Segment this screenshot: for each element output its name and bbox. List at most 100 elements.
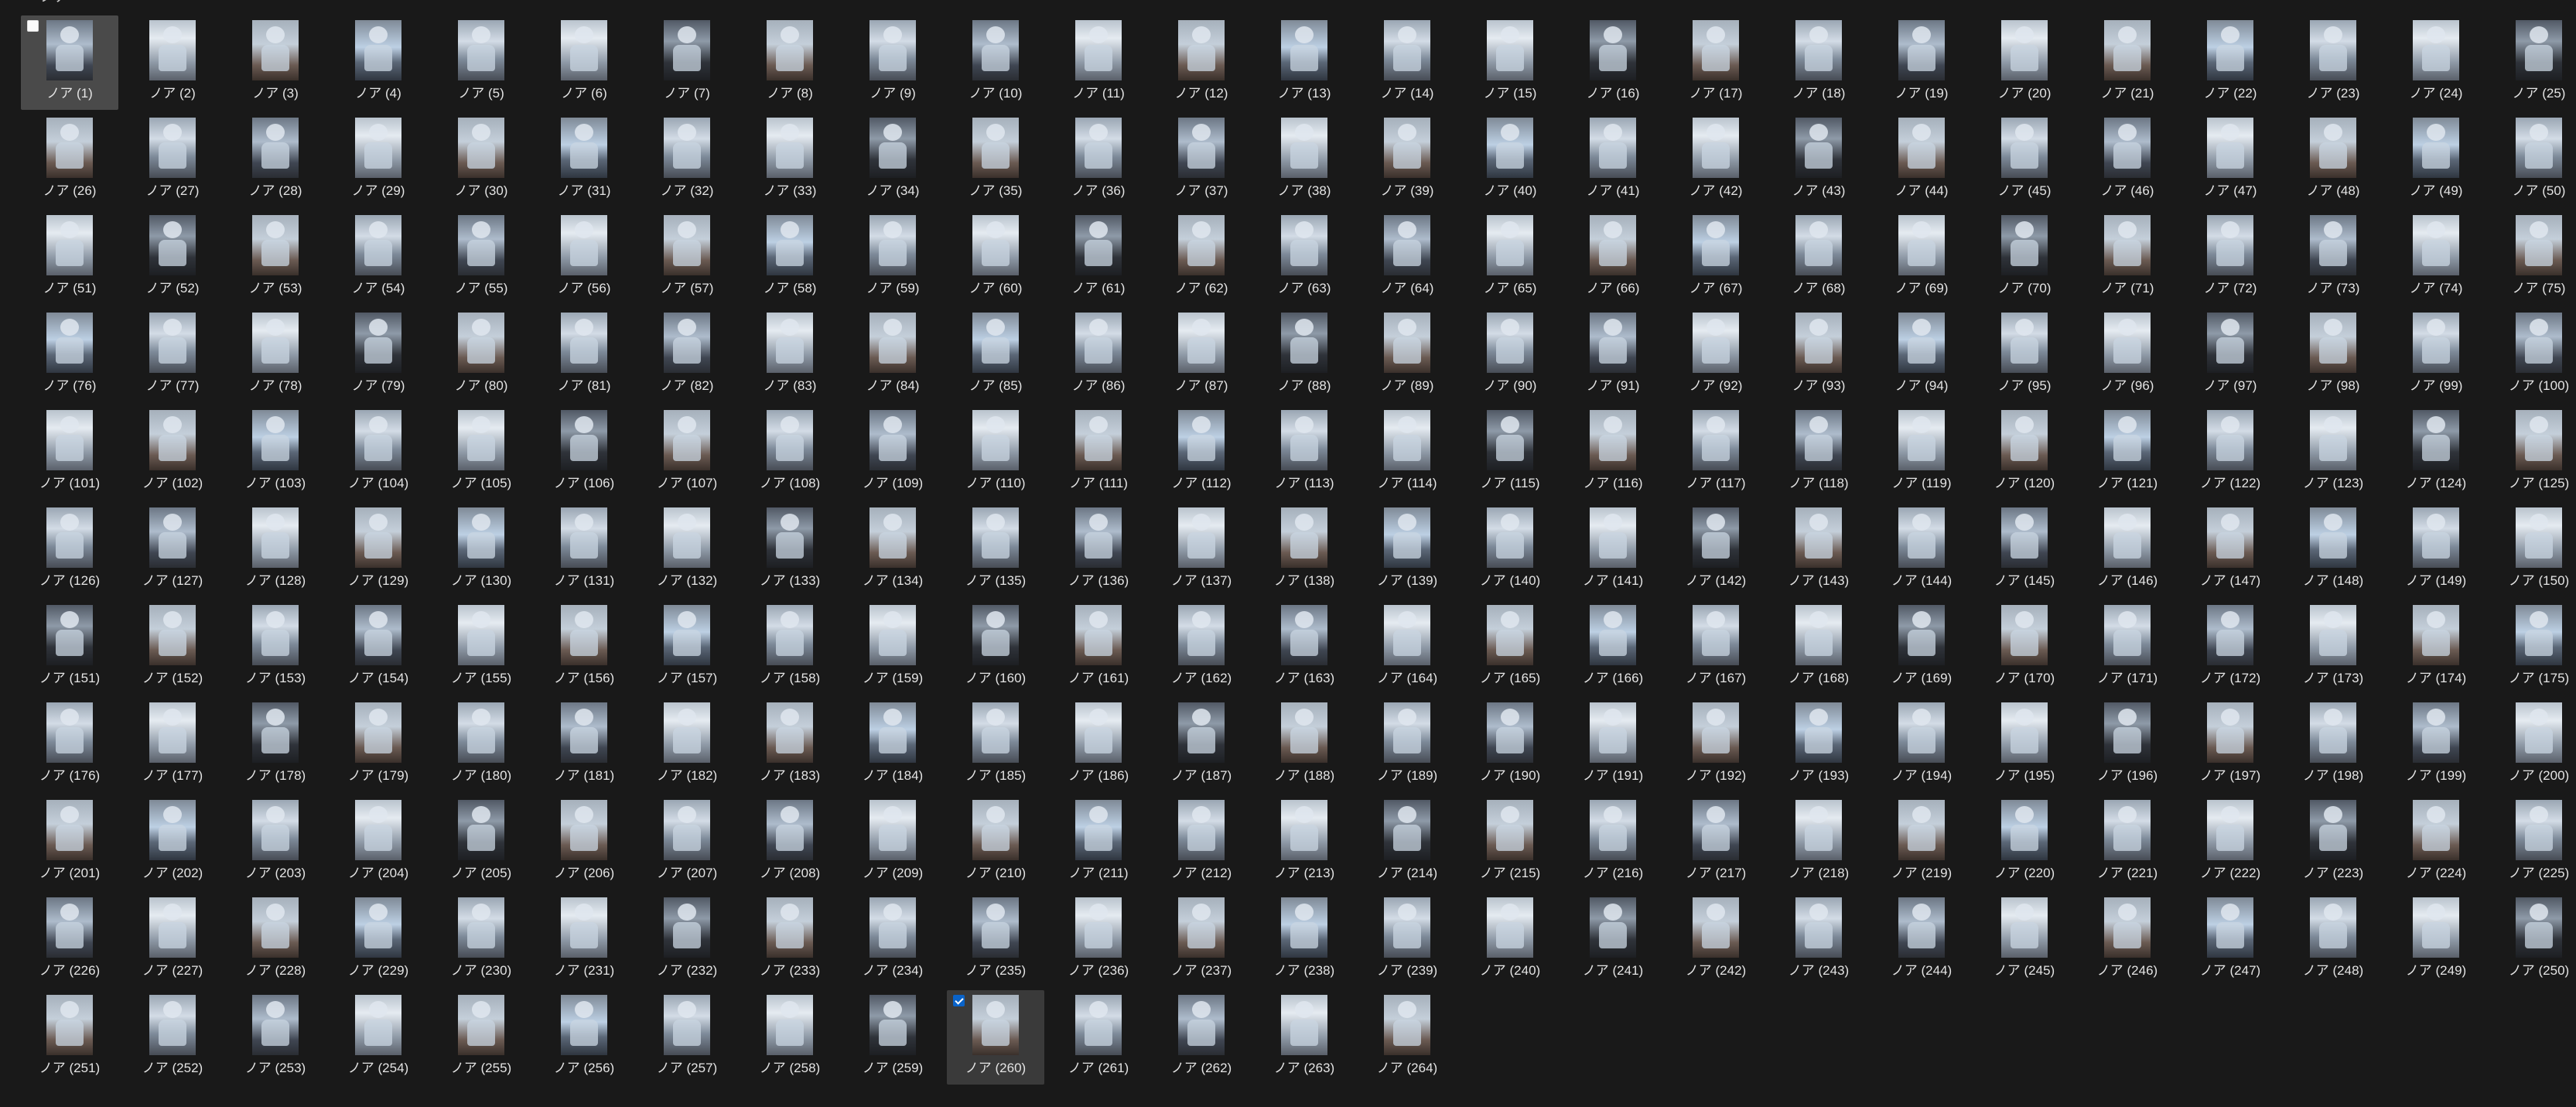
image-thumbnail[interactable] (1487, 118, 1533, 178)
image-thumbnail[interactable] (1281, 800, 1327, 860)
file-tile[interactable]: ノア (99) (2387, 308, 2485, 402)
file-tile[interactable]: ノア (210) (947, 795, 1044, 890)
image-thumbnail[interactable] (1693, 702, 1739, 763)
file-tile[interactable]: ノア (31) (535, 113, 633, 207)
file-tile[interactable]: ノア (24) (2387, 15, 2485, 110)
image-thumbnail[interactable] (2104, 313, 2151, 373)
image-thumbnail[interactable] (355, 20, 401, 80)
file-tile[interactable]: ノア (220) (1976, 795, 2073, 890)
image-thumbnail[interactable] (2104, 897, 2151, 958)
file-tile[interactable]: ノア (171) (2079, 600, 2176, 695)
image-thumbnail[interactable] (767, 313, 813, 373)
file-tile[interactable]: ノア (117) (1667, 405, 1765, 500)
image-thumbnail[interactable] (2207, 800, 2253, 860)
image-thumbnail[interactable] (355, 605, 401, 665)
file-tile[interactable]: ノア (260) (947, 990, 1044, 1085)
file-tile[interactable]: ノア (6) (535, 15, 633, 110)
image-thumbnail[interactable] (1590, 605, 1636, 665)
file-tile[interactable]: ノア (60) (947, 210, 1044, 305)
image-thumbnail[interactable] (869, 800, 916, 860)
file-tile[interactable]: ノア (149) (2387, 503, 2485, 597)
file-tile[interactable]: ノア (82) (638, 308, 736, 402)
image-thumbnail[interactable] (2104, 507, 2151, 568)
file-tile[interactable]: ノア (3) (227, 15, 324, 110)
file-tile[interactable]: ノア (47) (2181, 113, 2279, 207)
file-tile[interactable]: ノア (236) (1050, 893, 1147, 987)
image-thumbnail[interactable] (2001, 215, 2048, 275)
file-tile[interactable]: ノア (233) (741, 893, 839, 987)
file-tile[interactable]: ノア (15) (1461, 15, 1559, 110)
image-thumbnail[interactable] (869, 702, 916, 763)
file-tile[interactable]: ノア (94) (1873, 308, 1970, 402)
file-tile[interactable]: ノア (11) (1050, 15, 1147, 110)
image-thumbnail[interactable] (2310, 702, 2356, 763)
image-thumbnail[interactable] (1693, 800, 1739, 860)
image-thumbnail[interactable] (972, 215, 1019, 275)
file-tile[interactable]: ノア (38) (1256, 113, 1353, 207)
file-tile[interactable]: ノア (258) (741, 990, 839, 1085)
image-thumbnail[interactable] (2001, 118, 2048, 178)
image-thumbnail[interactable] (1384, 800, 1430, 860)
image-thumbnail[interactable] (252, 215, 299, 275)
image-thumbnail[interactable] (2516, 215, 2562, 275)
image-thumbnail[interactable] (2104, 800, 2151, 860)
file-tile[interactable]: ノア (108) (741, 405, 839, 500)
file-tile[interactable]: ノア (231) (535, 893, 633, 987)
file-tile[interactable]: ノア (128) (227, 503, 324, 597)
file-tile[interactable]: ノア (111) (1050, 405, 1147, 500)
image-thumbnail[interactable] (1795, 605, 1842, 665)
image-thumbnail[interactable] (1178, 215, 1225, 275)
file-tile[interactable]: ノア (216) (1564, 795, 1662, 890)
file-tile[interactable]: ノア (226) (21, 893, 118, 987)
file-tile[interactable]: ノア (133) (741, 503, 839, 597)
file-tile[interactable]: ノア (170) (1976, 600, 2073, 695)
image-thumbnail[interactable] (1281, 20, 1327, 80)
image-thumbnail[interactable] (2207, 20, 2253, 80)
image-thumbnail[interactable] (252, 897, 299, 958)
file-tile[interactable]: ノア (167) (1667, 600, 1765, 695)
file-tile[interactable]: ノア (80) (432, 308, 530, 402)
image-thumbnail[interactable] (869, 118, 916, 178)
image-thumbnail[interactable] (869, 410, 916, 470)
file-tile[interactable]: ノア (214) (1358, 795, 1456, 890)
image-thumbnail[interactable] (355, 118, 401, 178)
image-thumbnail[interactable] (1590, 313, 1636, 373)
image-thumbnail[interactable] (1075, 995, 1122, 1055)
file-tile[interactable]: ノア (86) (1050, 308, 1147, 402)
file-tile[interactable]: ノア (155) (432, 600, 530, 695)
image-thumbnail[interactable] (561, 507, 607, 568)
file-tile[interactable]: ノア (91) (1564, 308, 1662, 402)
image-thumbnail[interactable] (972, 995, 1019, 1055)
file-tile[interactable]: ノア (50) (2490, 113, 2576, 207)
file-tile[interactable]: ノア (34) (844, 113, 941, 207)
file-tile[interactable]: ノア (18) (1770, 15, 1867, 110)
image-thumbnail[interactable] (149, 215, 196, 275)
image-thumbnail[interactable] (2516, 897, 2562, 958)
image-thumbnail[interactable] (355, 410, 401, 470)
image-thumbnail[interactable] (2310, 215, 2356, 275)
image-thumbnail[interactable] (2207, 313, 2253, 373)
image-thumbnail[interactable] (869, 20, 916, 80)
file-tile[interactable]: ノア (184) (844, 698, 941, 792)
image-thumbnail[interactable] (561, 897, 607, 958)
file-tile[interactable]: ノア (121) (2079, 405, 2176, 500)
file-tile[interactable]: ノア (235) (947, 893, 1044, 987)
file-tile[interactable]: ノア (140) (1461, 503, 1559, 597)
file-tile[interactable]: ノア (177) (124, 698, 221, 792)
image-thumbnail[interactable] (1487, 507, 1533, 568)
image-thumbnail[interactable] (46, 410, 93, 470)
image-thumbnail[interactable] (2516, 20, 2562, 80)
file-tile[interactable]: ノア (56) (535, 210, 633, 305)
file-tile[interactable]: ノア (120) (1976, 405, 2073, 500)
file-tile[interactable]: ノア (144) (1873, 503, 1970, 597)
image-thumbnail[interactable] (355, 215, 401, 275)
file-tile[interactable]: ノア (143) (1770, 503, 1867, 597)
image-thumbnail[interactable] (1281, 897, 1327, 958)
image-thumbnail[interactable] (1281, 507, 1327, 568)
image-thumbnail[interactable] (1487, 20, 1533, 80)
image-thumbnail[interactable] (1898, 800, 1945, 860)
file-tile[interactable]: ノア (261) (1050, 990, 1147, 1085)
image-thumbnail[interactable] (869, 313, 916, 373)
image-thumbnail[interactable] (1590, 897, 1636, 958)
image-thumbnail[interactable] (664, 20, 710, 80)
